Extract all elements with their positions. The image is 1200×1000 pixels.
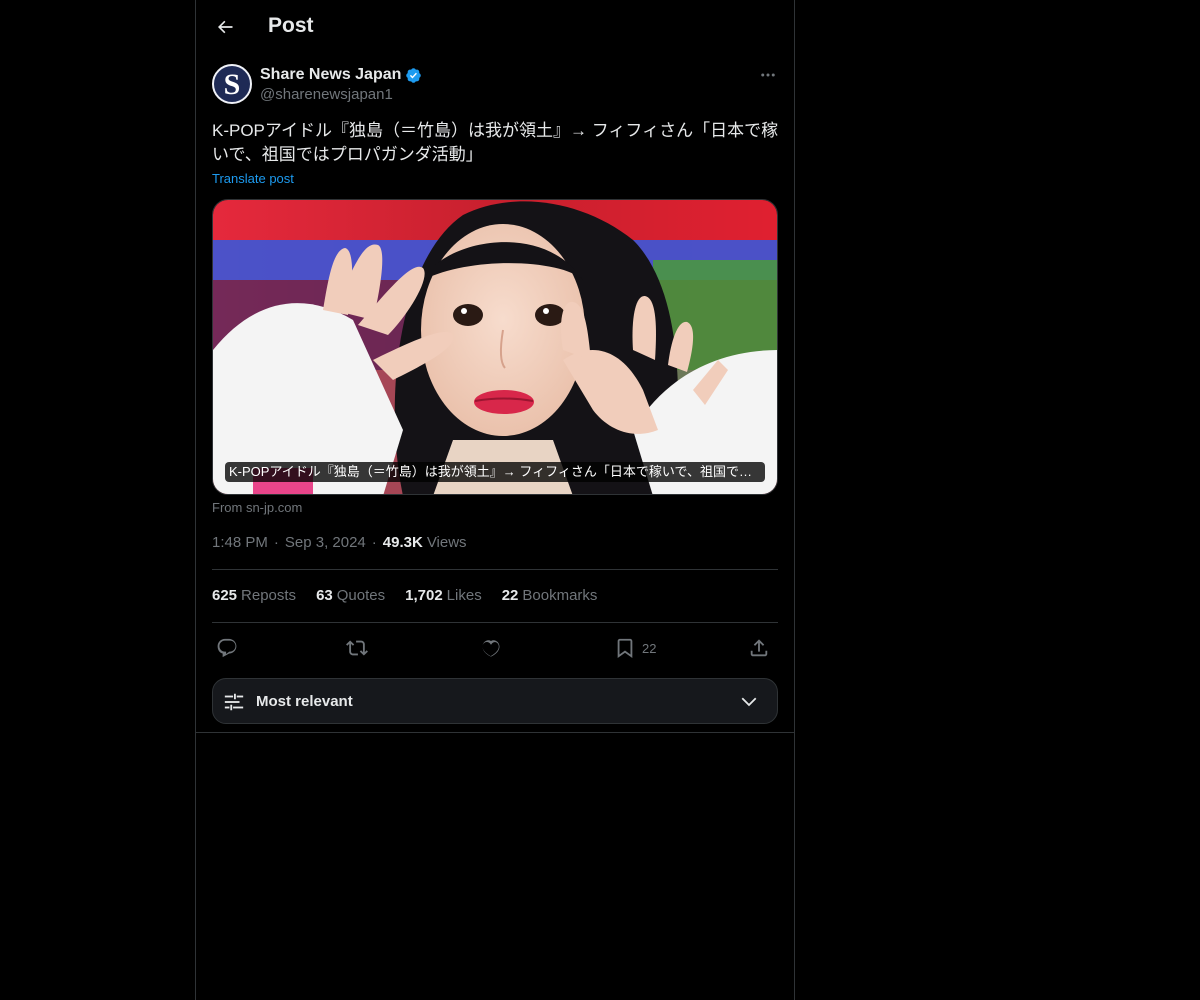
reply-button[interactable] <box>216 635 238 661</box>
meta-separator: · <box>273 534 279 551</box>
author-handle[interactable]: @sharenewsjapan1 <box>260 86 393 103</box>
likes-count: 1,702 <box>405 587 443 604</box>
bookmarks-stat[interactable]: 22 Bookmarks <box>502 587 598 604</box>
post-author: S Share News Japan @sharenewsjapan1 <box>212 64 778 108</box>
post-meta: 1:48 PM · Sep 3, 2024 · 49.3K Views <box>212 534 467 551</box>
bookmarks-label: Bookmarks <box>522 587 598 604</box>
chevron-down-icon <box>741 697 757 707</box>
link-card-image[interactable]: K-POPアイドル『独島（＝竹島）は我が領土』→ フィフィさん「日本で稼いで、祖… <box>212 199 778 495</box>
post-time[interactable]: 1:48 PM <box>212 534 268 551</box>
reply-sort-selector[interactable]: Most relevant <box>212 678 778 724</box>
action-bar: 22 <box>212 635 778 661</box>
heart-icon <box>482 640 500 657</box>
avatar[interactable]: S <box>212 64 252 104</box>
meta-separator: · <box>371 534 377 551</box>
more-horizontal-icon <box>761 73 775 77</box>
post-header: Post <box>196 0 794 54</box>
name-row: Share News Japan <box>260 64 422 86</box>
likes-stat[interactable]: 1,702 Likes <box>405 587 482 604</box>
page-title: Post <box>268 14 314 37</box>
post-date[interactable]: Sep 3, 2024 <box>285 534 366 551</box>
bookmark-icon <box>617 638 633 659</box>
like-button[interactable] <box>480 635 502 661</box>
reposts-label: Reposts <box>241 587 297 604</box>
bookmark-count: 22 <box>642 640 657 656</box>
repost-icon <box>346 640 368 656</box>
views-label: Views <box>426 534 467 551</box>
bookmarks-count: 22 <box>501 587 519 604</box>
engagement-stats: 625 Reposts 63 Quotes 1,702 Likes 22 Bookmar… <box>212 587 617 604</box>
more-options-button[interactable] <box>756 64 780 86</box>
views-count: 49.3K <box>382 534 423 551</box>
reposts-stat[interactable]: 625 Reposts <box>212 587 296 604</box>
likes-label: Likes <box>446 587 482 604</box>
arrow-left-icon <box>218 20 233 34</box>
divider <box>212 622 778 623</box>
share-icon <box>750 639 768 657</box>
repost-button[interactable] <box>346 635 368 661</box>
author-display-name[interactable]: Share News Japan <box>260 66 401 84</box>
sort-label: Most relevant <box>256 693 353 710</box>
reposts-count: 625 <box>212 587 238 604</box>
quotes-label: Quotes <box>336 587 386 604</box>
verified-badge-icon <box>406 67 422 83</box>
divider <box>212 569 778 570</box>
bookmark-button[interactable]: 22 <box>614 635 656 661</box>
media-caption: K-POPアイドル『独島（＝竹島）は我が領土』→ フィフィさん「日本で稼いで、祖… <box>225 462 765 482</box>
quotes-count: 63 <box>316 587 333 604</box>
share-button[interactable] <box>748 635 770 661</box>
link-source[interactable]: From sn-jp.com <box>212 500 302 515</box>
reply-icon <box>217 638 237 658</box>
post-column: Post S Share News Japan @sharenewsjapan1… <box>195 0 795 1000</box>
section-divider <box>196 732 794 733</box>
avatar-letter: S <box>223 68 241 101</box>
back-button[interactable] <box>208 10 242 44</box>
post-text: K-POPアイドル『独島（＝竹島）は我が領土』→ フィフィさん「日本で稼いで、祖… <box>212 121 779 164</box>
sliders-icon <box>224 693 244 711</box>
translate-post-link[interactable]: Translate post <box>212 171 294 186</box>
article-photo <box>213 200 777 494</box>
quotes-stat[interactable]: 63 Quotes <box>316 587 385 604</box>
